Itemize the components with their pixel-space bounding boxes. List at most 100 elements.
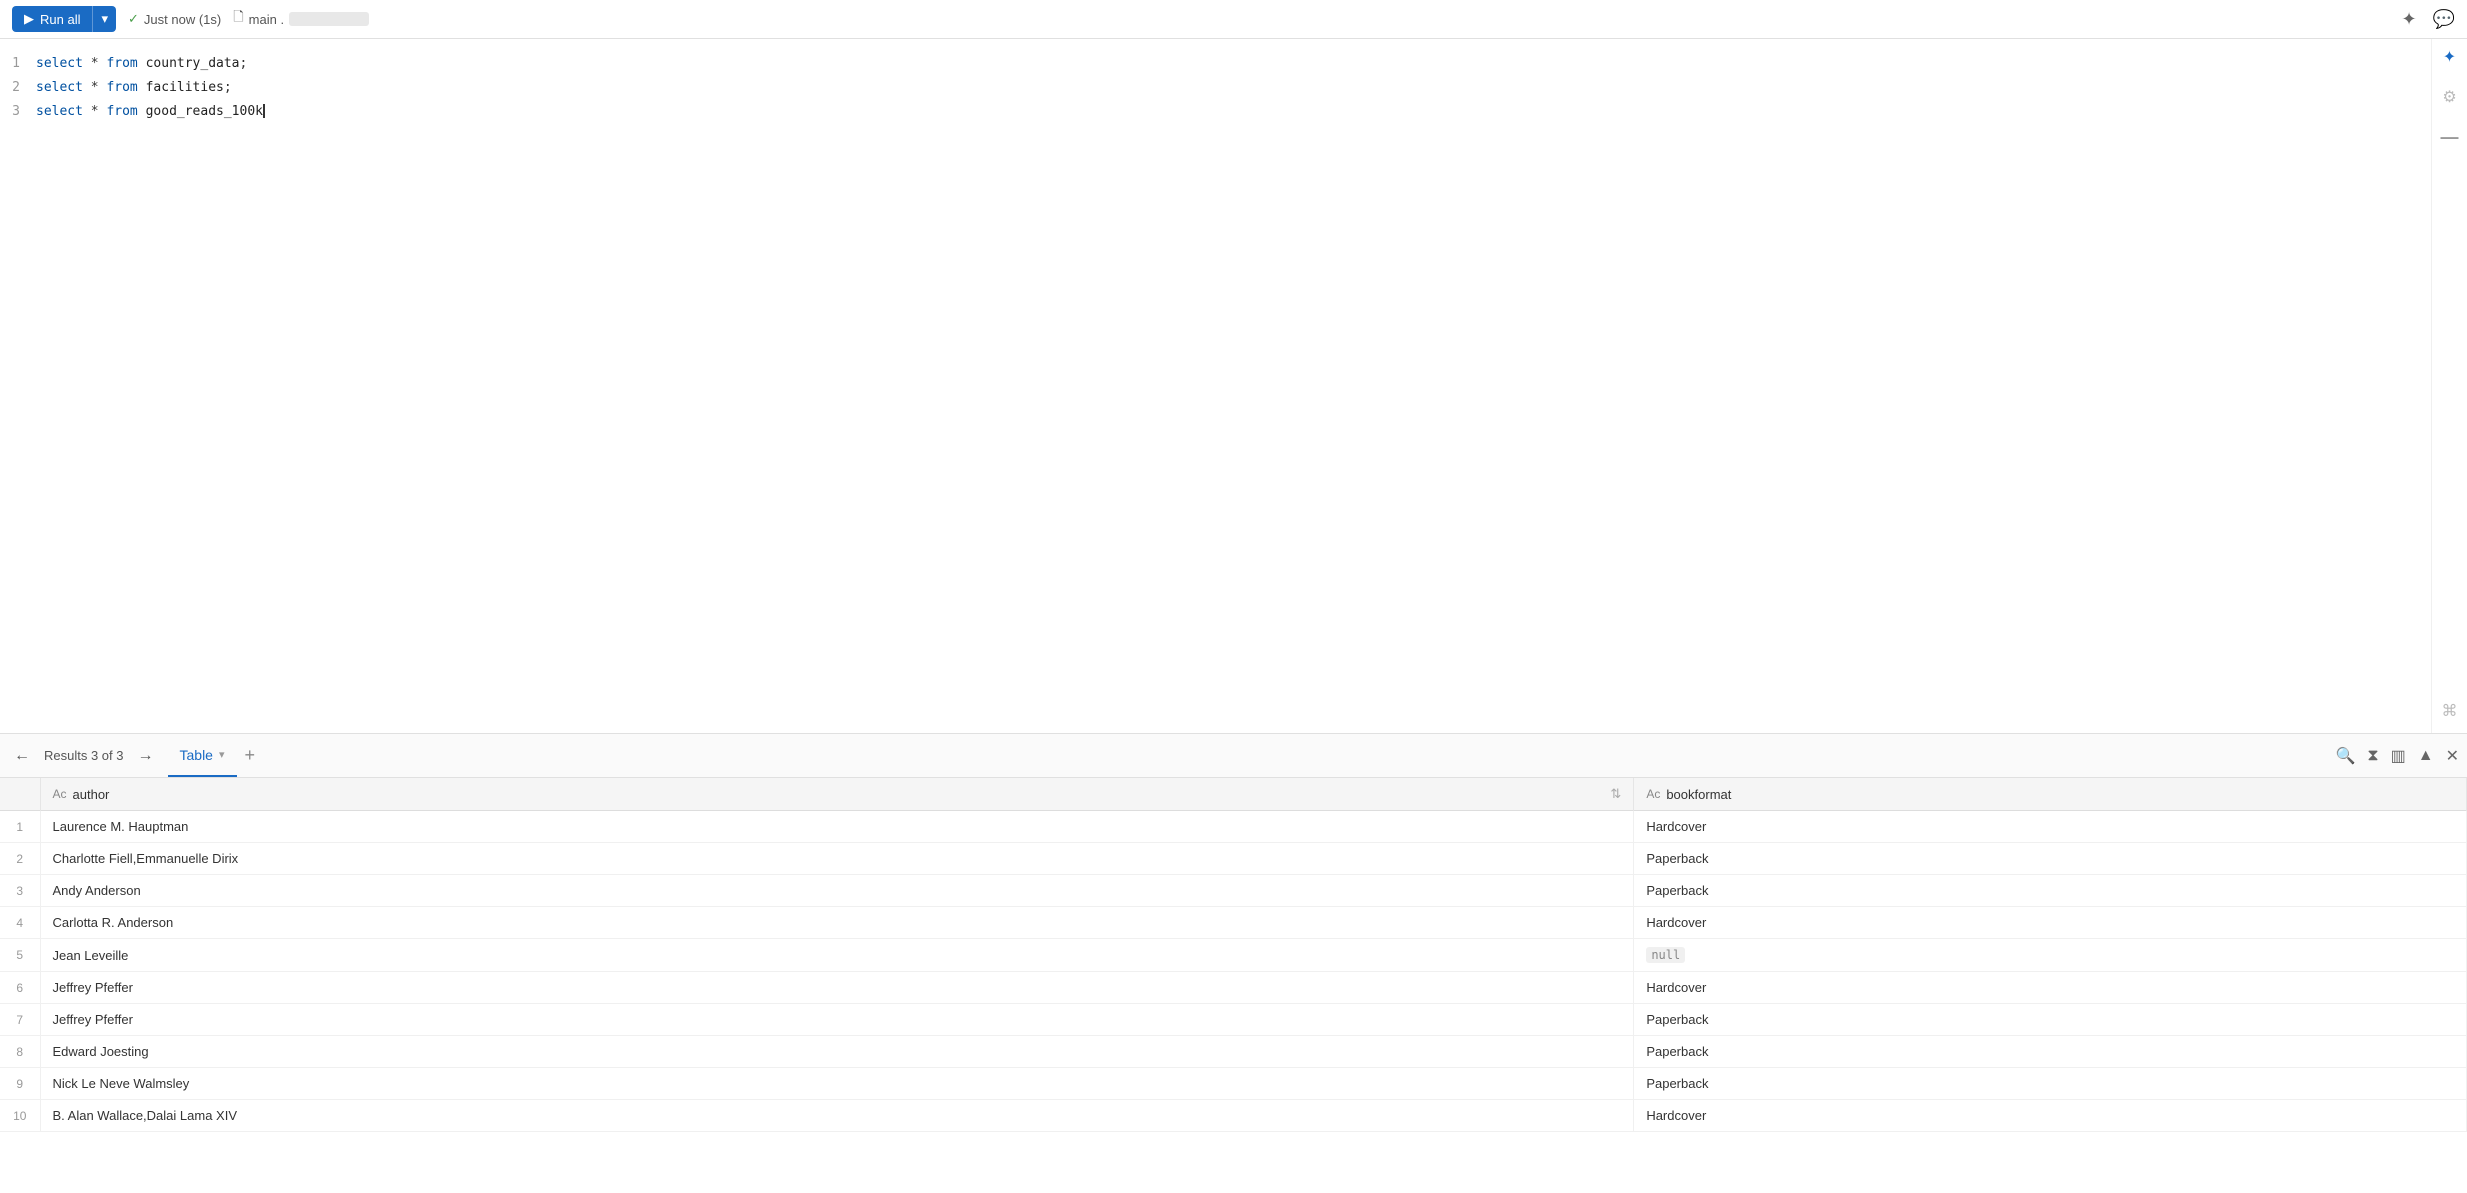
sparkle-icon[interactable]: ✦	[2443, 47, 2456, 67]
toolbar-right: ✦ 💬	[2401, 9, 2455, 30]
editor-right-icons: ✦ ⚙ — ⌘	[2431, 39, 2467, 733]
bookformat-column-header[interactable]: Ac bookformat	[1634, 778, 2467, 811]
table-row: 9Nick Le Neve WalmsleyPaperback	[0, 1068, 2467, 1100]
code-text-3: select * from good_reads_100k	[36, 104, 265, 119]
bookformat-cell: Paperback	[1634, 1068, 2467, 1100]
add-tab-button[interactable]: +	[237, 745, 264, 766]
results-toolbar-right: 🔍 ⧗ ▥ ▲ ✕	[2335, 746, 2459, 766]
row-number: 7	[0, 1004, 40, 1036]
table-container[interactable]: Ac author ⋮ ⇅ Ac bookformat 1	[0, 778, 2467, 1193]
table-row: 3Andy AndersonPaperback	[0, 875, 2467, 907]
author-cell: Jean Leveille	[40, 939, 1634, 972]
author-cell: Laurence M. Hauptman	[40, 811, 1634, 843]
table-row: 10B. Alan Wallace,Dalai Lama XIVHardcove…	[0, 1100, 2467, 1132]
table-tab[interactable]: Table ▾	[168, 734, 237, 777]
author-cell: Charlotte Fiell,Emmanuelle Dirix	[40, 843, 1634, 875]
chat-button[interactable]: 💬	[2433, 9, 2455, 30]
toolbar: ▶ Run all ▾ ✓ Just now (1s) 🗋 main . ✦ 💬	[0, 0, 2467, 39]
results-table: Ac author ⋮ ⇅ Ac bookformat 1	[0, 778, 2467, 1132]
bookformat-cell: Paperback	[1634, 875, 2467, 907]
row-number: 3	[0, 875, 40, 907]
collapse-button[interactable]: ▲	[2418, 747, 2434, 765]
play-icon: ▶	[24, 11, 34, 27]
row-number: 6	[0, 972, 40, 1004]
row-number: 2	[0, 843, 40, 875]
table-row: 7Jeffrey PfefferPaperback	[0, 1004, 2467, 1036]
null-badge: null	[1646, 947, 1685, 963]
status-indicator: ✓ Just now (1s)	[128, 11, 221, 27]
check-icon: ✓	[128, 11, 139, 27]
line-number-3: 3	[0, 104, 36, 119]
table-row: 8Edward JoestingPaperback	[0, 1036, 2467, 1068]
bookformat-type-icon: Ac	[1646, 787, 1660, 801]
line-number-2: 2	[0, 80, 36, 95]
row-number: 5	[0, 939, 40, 972]
table-header-row: Ac author ⋮ ⇅ Ac bookformat	[0, 778, 2467, 811]
table-tab-label: Table	[180, 747, 213, 763]
editor-area: 1 select * from country_data; 2 select *…	[0, 39, 2467, 733]
table-row: 5Jean Leveille null	[0, 939, 2467, 972]
bookformat-cell: Hardcover	[1634, 811, 2467, 843]
run-all-label: Run all	[40, 12, 80, 27]
row-number: 4	[0, 907, 40, 939]
table-row: 2Charlotte Fiell,Emmanuelle DirixPaperba…	[0, 843, 2467, 875]
table-row: 1Laurence M. HauptmanHardcover	[0, 811, 2467, 843]
table-row: 4Carlotta R. AndersonHardcover	[0, 907, 2467, 939]
editor-content[interactable]: 1 select * from country_data; 2 select *…	[0, 39, 2431, 733]
settings-icon[interactable]: ⚙	[2442, 87, 2456, 107]
results-label: Results 3 of 3	[44, 748, 124, 763]
author-cell: Carlotta R. Anderson	[40, 907, 1634, 939]
author-type-icon: Ac	[53, 787, 67, 801]
db-label: main .	[249, 12, 284, 27]
author-cell: Andy Anderson	[40, 875, 1634, 907]
author-cell: Jeffrey Pfeffer	[40, 972, 1634, 1004]
code-text-1: select * from country_data;	[36, 56, 247, 71]
command-icon[interactable]: ⌘	[2442, 701, 2458, 721]
code-line-3: 3 select * from good_reads_100k	[0, 99, 2431, 123]
author-sort-icon[interactable]: ⇅	[1610, 786, 1621, 802]
results-area: ← Results 3 of 3 → Table ▾ + 🔍 ⧗ ▥ ▲ ✕ A…	[0, 733, 2467, 1193]
status-label: Just now (1s)	[144, 12, 221, 27]
row-number-header	[0, 778, 40, 811]
bookformat-cell: Paperback	[1634, 1036, 2467, 1068]
author-cell: Jeffrey Pfeffer	[40, 1004, 1634, 1036]
author-cell: Nick Le Neve Walmsley	[40, 1068, 1634, 1100]
row-number: 10	[0, 1100, 40, 1132]
results-next-button[interactable]: →	[132, 743, 160, 769]
tab-dropdown-icon[interactable]: ▾	[219, 748, 225, 761]
row-number: 9	[0, 1068, 40, 1100]
chevron-down-icon: ▾	[101, 11, 108, 27]
author-col-label: author	[73, 787, 110, 802]
db-indicator: 🗋 main .	[233, 8, 369, 30]
bookformat-cell: Hardcover	[1634, 907, 2467, 939]
line-number-1: 1	[0, 56, 36, 71]
author-cell: Edward Joesting	[40, 1036, 1634, 1068]
author-column-header[interactable]: Ac author ⋮ ⇅	[40, 778, 1634, 811]
star-button[interactable]: ✦	[2401, 9, 2416, 30]
row-number: 8	[0, 1036, 40, 1068]
code-line-2: 2 select * from facilities;	[0, 75, 2431, 99]
bookformat-cell: Hardcover	[1634, 1100, 2467, 1132]
run-all-button[interactable]: ▶ Run all ▾	[12, 6, 116, 32]
file-icon: 🗋	[233, 8, 243, 30]
bookformat-cell: Hardcover	[1634, 972, 2467, 1004]
run-all-dropdown[interactable]: ▾	[92, 6, 116, 32]
close-button[interactable]: ✕	[2446, 746, 2459, 766]
results-tabbar: ← Results 3 of 3 → Table ▾ + 🔍 ⧗ ▥ ▲ ✕	[0, 734, 2467, 778]
author-cell: B. Alan Wallace,Dalai Lama XIV	[40, 1100, 1634, 1132]
search-button[interactable]: 🔍	[2335, 746, 2355, 766]
results-prev-button[interactable]: ←	[8, 743, 36, 769]
code-line-1: 1 select * from country_data;	[0, 51, 2431, 75]
bookformat-cell: Paperback	[1634, 843, 2467, 875]
table-body: 1Laurence M. HauptmanHardcover2Charlotte…	[0, 811, 2467, 1132]
columns-button[interactable]: ▥	[2391, 746, 2406, 766]
chat-icon: 💬	[2433, 9, 2455, 30]
bookformat-cell: Paperback	[1634, 1004, 2467, 1036]
bookformat-col-label: bookformat	[1666, 787, 1731, 802]
bookformat-cell: null	[1634, 939, 2467, 972]
table-row: 6Jeffrey PfefferHardcover	[0, 972, 2467, 1004]
star-icon: ✦	[2401, 9, 2416, 30]
row-number: 1	[0, 811, 40, 843]
code-text-2: select * from facilities;	[36, 80, 232, 95]
filter-button[interactable]: ⧗	[2367, 747, 2378, 765]
